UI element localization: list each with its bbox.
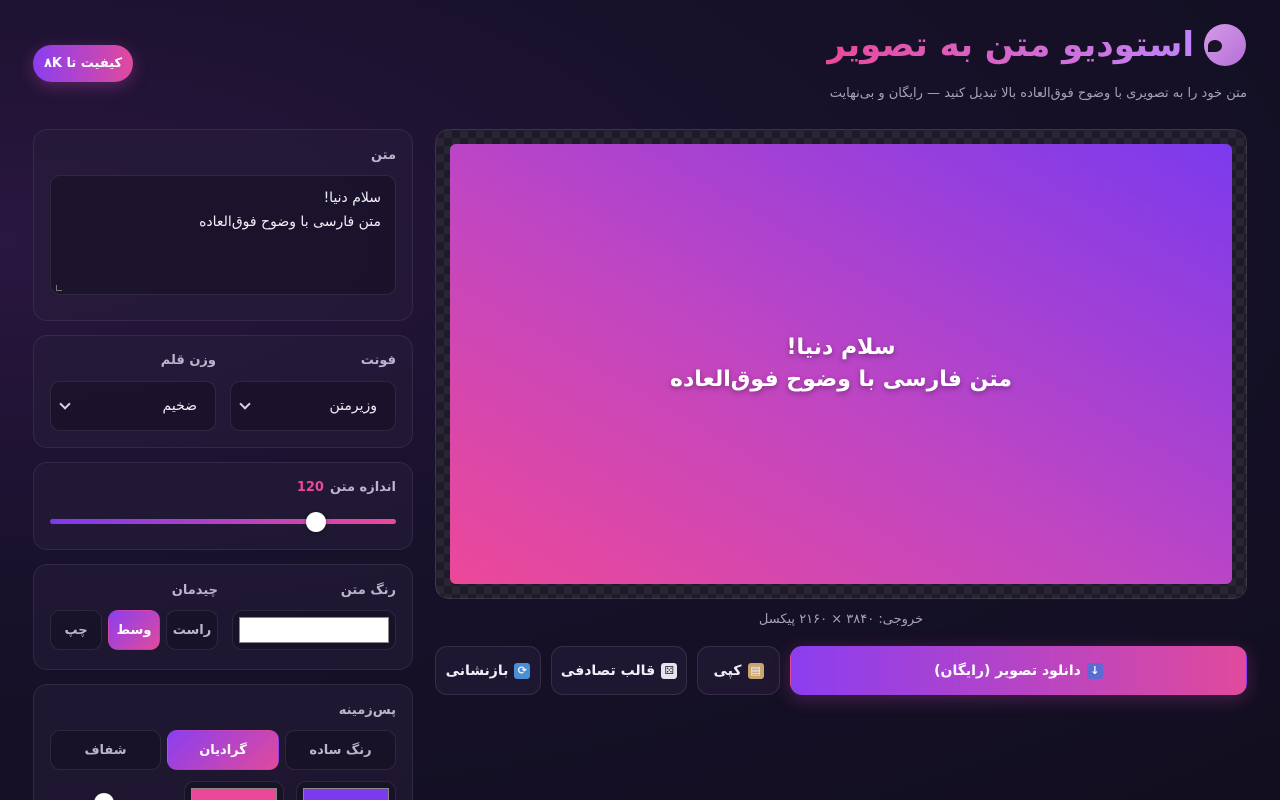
reset-label: بازنشانی [445,662,509,679]
weight-label: وزن قلم [160,353,216,368]
download-icon: ↓ [1086,662,1103,679]
align-label: چیدمان [171,583,218,598]
chevron-down-icon [239,398,251,410]
palette-icon [1204,24,1246,66]
align-right-button[interactable]: راست [166,610,218,650]
gradient-color-1[interactable] [296,781,396,800]
gradient-color-2[interactable] [184,781,284,800]
text-panel: متن سلام دنیا! متن فارسی با وضوح فوق‌الع… [33,129,413,321]
bg-transparent-button[interactable]: شفاف [50,730,161,770]
size-panel: اندازه متن 120 [33,462,413,550]
text-label: متن [370,148,396,163]
bg-solid-button[interactable]: رنگ ساده [285,730,396,770]
color-align-panel: رنگ متن چیدمان راست وسط چپ [33,564,413,670]
align-left-button[interactable]: چپ [50,610,102,650]
align-center-button[interactable]: وسط [108,610,160,650]
resize-grip-icon[interactable] [56,285,62,291]
background-label: پس‌زمینه [338,703,396,718]
font-select-value: وزیرمتن [329,398,377,414]
size-label-row: اندازه متن 120 [297,480,396,495]
size-value: 120 [296,480,324,495]
clipboard-icon: ▤ [747,662,764,679]
quality-badge: کیفیت تا ۸K [33,45,133,82]
font-panel: فونت وزن قلم وزیرمتن ضخیم [33,335,413,448]
download-button[interactable]: ↓ دانلود تصویر (رایگان) [790,646,1247,695]
weight-select-value: ضخیم [162,398,197,414]
app-header: استودیو متن به تصویر [826,24,1246,66]
output-resolution: خروجی: ۳۸۴۰ × ۲۱۶۰ پیکسل [758,612,924,627]
background-panel: پس‌زمینه رنگ ساده گرادیان شفاف [33,684,413,800]
size-label: اندازه متن [329,480,396,495]
weight-select[interactable]: ضخیم [50,381,216,431]
random-label: قالب تصادفی [560,662,656,679]
gradient-angle-thumb[interactable] [94,793,114,800]
reset-button[interactable]: ⟳ بازنشانی [435,646,541,695]
text-color-picker[interactable] [232,610,396,650]
random-template-button[interactable]: ⚄ قالب تصادفی [551,646,687,695]
copy-button[interactable]: ▤ کپی [697,646,780,695]
bg-gradient-button[interactable]: گرادیان [167,730,279,770]
dice-icon: ⚄ [661,662,678,679]
color-swatch [239,617,389,643]
download-label: دانلود تصویر (رایگان) [934,662,1081,679]
color-swatch [303,788,389,800]
size-slider[interactable] [50,512,396,532]
refresh-icon: ⟳ [514,662,531,679]
chevron-down-icon [59,398,71,410]
color-swatch [191,788,277,800]
font-label: فونت [360,353,396,368]
font-select[interactable]: وزیرمتن [230,381,396,431]
text-color-label: رنگ متن [340,583,396,598]
text-input[interactable]: سلام دنیا! متن فارسی با وضوح فوق‌العاده [50,175,396,295]
page-title: استودیو متن به تصویر [826,25,1194,65]
preview-text: سلام دنیا! متن فارسی با وضوح فوق‌العاده [670,335,1012,392]
preview-canvas: سلام دنیا! متن فارسی با وضوح فوق‌العاده [450,144,1232,584]
slider-thumb[interactable] [306,512,327,532]
copy-label: کپی [713,662,742,679]
page-subtitle: متن خود را به تصویری با وضوح فوق‌العاده … [829,86,1247,101]
preview-frame: سلام دنیا! متن فارسی با وضوح فوق‌العاده [435,129,1247,599]
